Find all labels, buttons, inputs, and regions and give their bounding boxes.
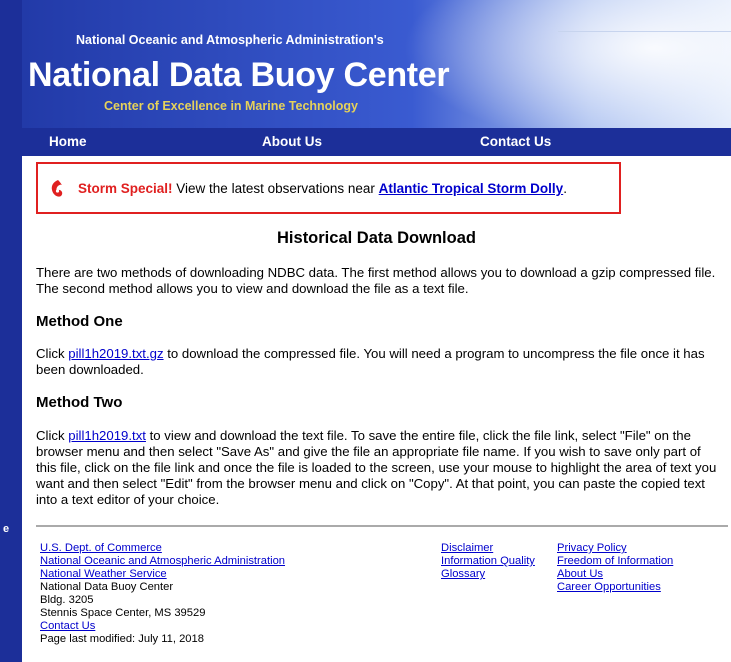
footer-careers-link[interactable]: Career Opportunities [557,581,661,593]
footer-disclaimer-link[interactable]: Disclaimer [441,542,493,554]
footer-divider [36,525,728,527]
sidebar-strip-text: e [3,523,10,535]
storm-link[interactable]: Atlantic Tropical Storm Dolly [379,181,564,196]
footer-address: U.S. Dept. of Commerce National Oceanic … [40,542,285,646]
nav-contact-us[interactable]: Contact Us [480,134,551,149]
footer-bldg: Bldg. 3205 [40,594,94,606]
left-sidebar-strip: e [0,0,22,662]
footer-last-modified: Page last modified: July 11, 2018 [40,633,204,645]
footer-links-col1: Disclaimer Information Quality Glossary [441,542,535,581]
method-one-paragraph: Click pill1h2019.txt.gz to download the … [36,346,718,378]
org-name: National Oceanic and Atmospheric Adminis… [76,33,384,47]
footer-glossary-link[interactable]: Glossary [441,568,485,580]
banner-glow [402,0,731,128]
site-title[interactable]: National Data Buoy Center [28,56,450,95]
site-tagline: Center of Excellence in Marine Technolog… [104,99,358,113]
footer-foia-link[interactable]: Freedom of Information [557,555,673,567]
method-two-heading: Method Two [36,394,123,411]
alert-text: View the latest observations near [172,181,379,196]
storm-special-label: Storm Special! [78,181,173,196]
method-two-paragraph: Click pill1h2019.txt to view and downloa… [36,428,718,508]
footer-privacy-link[interactable]: Privacy Policy [557,542,627,554]
storm-alert-box: Storm Special! View the latest observati… [36,162,621,214]
footer-noaa-link[interactable]: National Oceanic and Atmospheric Adminis… [40,555,285,567]
nav-home[interactable]: Home [49,134,87,149]
main-nav: Home About Us Contact Us [22,128,731,156]
banner-line [558,31,731,32]
nav-about-us[interactable]: About Us [262,134,322,149]
hurricane-icon [49,179,65,204]
alert-end: . [563,181,567,196]
footer-about-link[interactable]: About Us [557,568,603,580]
footer-contact-link[interactable]: Contact Us [40,620,95,632]
intro-paragraph: There are two methods of downloading NDB… [36,265,716,296]
footer-info-quality-link[interactable]: Information Quality [441,555,535,567]
page-title: Historical Data Download [277,229,476,247]
footer-city: Stennis Space Center, MS 39529 [40,607,206,619]
footer-nws-link[interactable]: National Weather Service [40,568,167,580]
txt-file-link[interactable]: pill1h2019.txt [68,428,146,443]
method-two-pre: Click [36,428,69,443]
method-one-heading: Method One [36,313,123,330]
footer-links-col2: Privacy Policy Freedom of Information Ab… [557,542,673,594]
gz-file-link[interactable]: pill1h2019.txt.gz [68,346,163,361]
footer-doc-link[interactable]: U.S. Dept. of Commerce [40,542,162,554]
site-banner: National Oceanic and Atmospheric Adminis… [22,0,731,128]
footer-ndbc: National Data Buoy Center [40,581,174,593]
method-one-pre: Click [36,346,69,361]
